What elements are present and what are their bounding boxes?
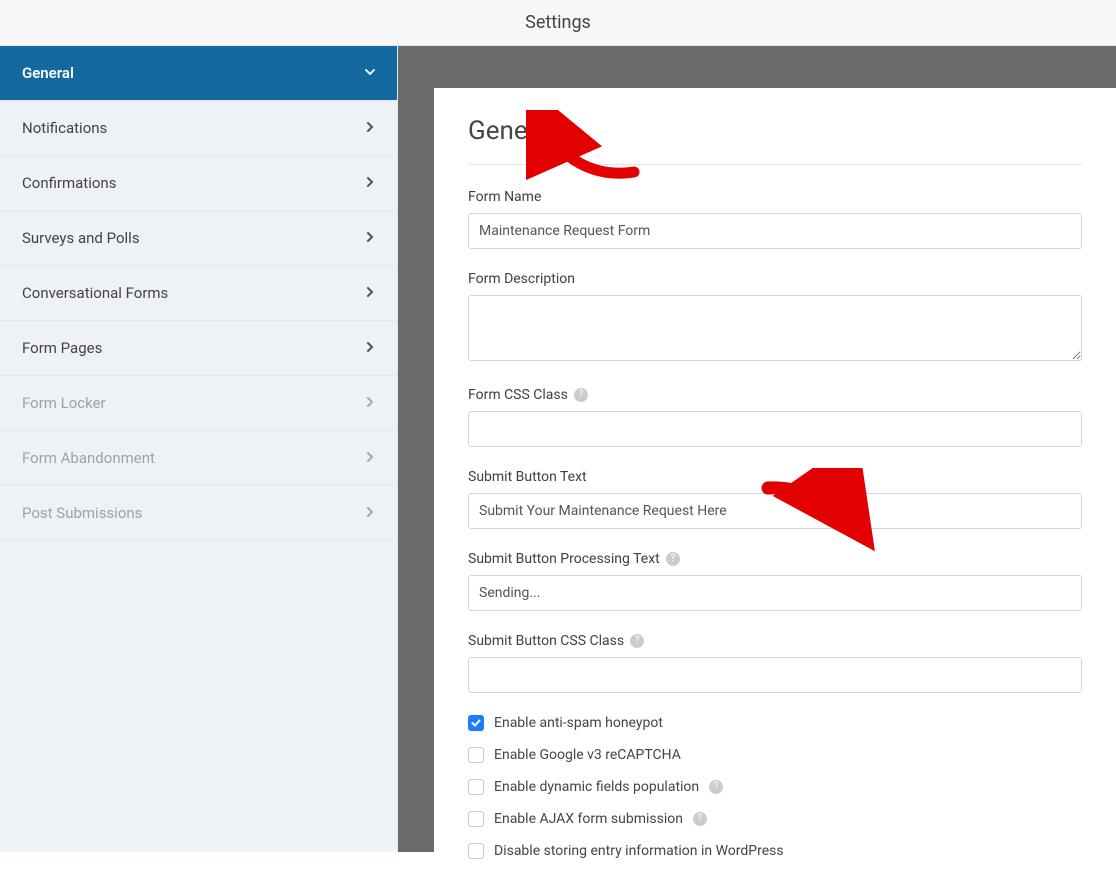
- input-form-name[interactable]: [468, 213, 1082, 249]
- sidebar-item-label: Confirmations: [22, 174, 116, 192]
- label-submit-button-processing: Submit Button Processing Text ?: [468, 551, 1082, 567]
- help-icon[interactable]: ?: [630, 634, 644, 648]
- input-form-css-class[interactable]: [468, 411, 1082, 447]
- chevron-right-icon: [365, 341, 375, 355]
- label-form-name: Form Name: [468, 189, 1082, 205]
- sidebar-item-conversational-forms[interactable]: Conversational Forms: [0, 266, 397, 321]
- sidebar-item-label: Notifications: [22, 119, 107, 137]
- label-form-description: Form Description: [468, 271, 1082, 287]
- sidebar-item-label: Form Abandonment: [22, 449, 155, 467]
- sidebar-item-label: Surveys and Polls: [22, 229, 140, 247]
- checkbox-row: Enable AJAX form submission?: [468, 811, 1082, 827]
- field-submit-button-processing: Submit Button Processing Text ?: [468, 551, 1082, 611]
- sidebar-item-label: Conversational Forms: [22, 284, 168, 302]
- field-form-name: Form Name: [468, 189, 1082, 249]
- checkbox-label: Enable anti-spam honeypot: [494, 715, 663, 731]
- sidebar-item-label: Post Submissions: [22, 504, 142, 522]
- sidebar-item-confirmations[interactable]: Confirmations: [0, 156, 397, 211]
- checkbox[interactable]: [468, 715, 484, 731]
- chevron-right-icon: [365, 506, 375, 520]
- settings-sidebar: General Notifications Confirmations Surveys…: [0, 46, 398, 852]
- sidebar-item-label: Form Pages: [22, 339, 102, 357]
- field-submit-button-css-class: Submit Button CSS Class ?: [468, 633, 1082, 693]
- sidebar-item-notifications[interactable]: Notifications: [0, 101, 397, 156]
- chevron-right-icon: [365, 121, 375, 135]
- panel-heading: General: [468, 116, 1082, 165]
- sidebar-item-form-locker[interactable]: Form Locker: [0, 376, 397, 431]
- chevron-down-icon: [365, 66, 375, 80]
- sidebar-item-general[interactable]: General: [0, 46, 397, 101]
- topbar-title: Settings: [525, 12, 591, 33]
- checkbox-label: Enable AJAX form submission: [494, 811, 683, 827]
- input-submit-button-css-class[interactable]: [468, 657, 1082, 693]
- chevron-right-icon: [365, 396, 375, 410]
- sidebar-item-surveys-and-polls[interactable]: Surveys and Polls: [0, 211, 397, 266]
- label-submit-button-text: Submit Button Text: [468, 469, 1082, 485]
- sidebar-item-post-submissions[interactable]: Post Submissions: [0, 486, 397, 541]
- checkbox-label: Enable dynamic fields population: [494, 779, 699, 795]
- checkbox[interactable]: [468, 843, 484, 859]
- checkbox[interactable]: [468, 811, 484, 827]
- checkbox-row: Enable dynamic fields population?: [468, 779, 1082, 795]
- help-icon[interactable]: ?: [574, 388, 588, 402]
- help-icon[interactable]: ?: [666, 552, 680, 566]
- input-form-description[interactable]: [468, 295, 1082, 361]
- field-form-css-class: Form CSS Class ?: [468, 387, 1082, 447]
- checkbox-row: Disable storing entry information in Wor…: [468, 843, 1082, 859]
- chevron-right-icon: [365, 451, 375, 465]
- input-submit-button-text[interactable]: [468, 493, 1082, 529]
- chevron-right-icon: [365, 286, 375, 300]
- checkbox-label: Disable storing entry information in Wor…: [494, 843, 784, 859]
- content-area: General Form Name Form Description Form …: [398, 46, 1116, 852]
- chevron-right-icon: [365, 176, 375, 190]
- checkbox-row: Enable anti-spam honeypot: [468, 715, 1082, 731]
- sidebar-item-form-abandonment[interactable]: Form Abandonment: [0, 431, 397, 486]
- help-icon[interactable]: ?: [709, 780, 723, 794]
- checkbox-label: Enable Google v3 reCAPTCHA: [494, 747, 681, 763]
- sidebar-item-label: Form Locker: [22, 394, 106, 412]
- help-icon[interactable]: ?: [693, 812, 707, 826]
- checkbox[interactable]: [468, 747, 484, 763]
- field-submit-button-text: Submit Button Text: [468, 469, 1082, 529]
- checkbox-row: Enable Google v3 reCAPTCHA: [468, 747, 1082, 763]
- input-submit-button-processing[interactable]: [468, 575, 1082, 611]
- checkbox[interactable]: [468, 779, 484, 795]
- chevron-right-icon: [365, 231, 375, 245]
- label-form-css-class: Form CSS Class ?: [468, 387, 1082, 403]
- general-settings-panel: General Form Name Form Description Form …: [434, 88, 1116, 895]
- field-form-description: Form Description: [468, 271, 1082, 365]
- topbar: Settings: [0, 0, 1116, 46]
- sidebar-item-label: General: [22, 64, 74, 82]
- sidebar-item-form-pages[interactable]: Form Pages: [0, 321, 397, 376]
- label-submit-button-css-class: Submit Button CSS Class ?: [468, 633, 1082, 649]
